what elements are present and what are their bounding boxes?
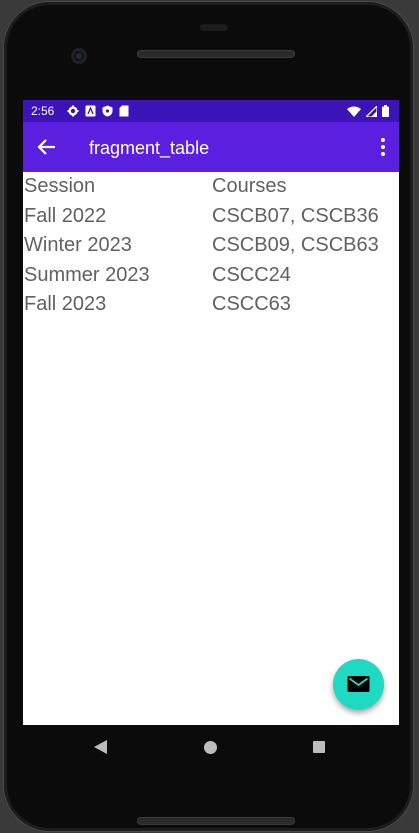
wifi-icon bbox=[347, 106, 361, 117]
bottom-speaker bbox=[137, 817, 295, 825]
cell-session: Fall 2022 bbox=[24, 204, 107, 227]
home-circle-icon[interactable] bbox=[204, 741, 217, 754]
cell-courses: CSCC24 bbox=[212, 263, 291, 286]
status-time: 2:56 bbox=[31, 104, 55, 118]
header-courses: Courses bbox=[212, 175, 287, 197]
arrow-left-icon[interactable] bbox=[33, 134, 61, 160]
shield-icon bbox=[102, 105, 113, 117]
table-row: Fall 2022 CSCB07, CSCB36 bbox=[23, 205, 399, 235]
session-table: Session Courses Fall 2022 CSCB07, CSCB36… bbox=[23, 175, 399, 323]
cell-courses: CSCB07, CSCB36 bbox=[212, 204, 379, 227]
recents-square-icon[interactable] bbox=[313, 741, 325, 753]
app-screen: 2:56 fragment_table Session Courses Fall… bbox=[23, 100, 399, 725]
more-vert-icon[interactable] bbox=[377, 136, 389, 158]
app-bar-title: fragment_table bbox=[89, 138, 210, 158]
table-row: Summer 2023 CSCC24 bbox=[23, 264, 399, 294]
system-nav-bar bbox=[23, 725, 399, 770]
cell-courses: CSCC63 bbox=[212, 293, 291, 316]
gear-icon bbox=[67, 105, 79, 117]
cell-session: Winter 2023 bbox=[24, 234, 132, 257]
status-bar: 2:56 bbox=[23, 100, 399, 122]
mail-icon bbox=[347, 676, 370, 692]
battery-icon bbox=[382, 105, 389, 117]
cell-session: Summer 2023 bbox=[24, 263, 150, 286]
app-bar: fragment_table bbox=[23, 122, 399, 172]
table-header-row: Session Courses bbox=[23, 175, 399, 205]
table-row: Winter 2023 CSCB09, CSCB63 bbox=[23, 234, 399, 264]
back-triangle-icon[interactable] bbox=[94, 740, 108, 754]
email-fab-button[interactable] bbox=[333, 659, 384, 710]
front-camera bbox=[71, 48, 87, 64]
signal-icon bbox=[366, 105, 377, 117]
earpiece-speaker bbox=[137, 50, 295, 58]
cell-session: Fall 2023 bbox=[24, 293, 107, 316]
header-session: Session bbox=[24, 175, 96, 197]
status-system-icons bbox=[347, 105, 389, 117]
sd-card-icon bbox=[119, 105, 129, 117]
table-row: Fall 2023 CSCC63 bbox=[23, 293, 399, 323]
a-icon bbox=[85, 105, 96, 117]
status-notification-icons bbox=[67, 105, 129, 117]
proximity-sensor bbox=[200, 24, 228, 31]
cell-courses: CSCB09, CSCB63 bbox=[212, 234, 379, 257]
